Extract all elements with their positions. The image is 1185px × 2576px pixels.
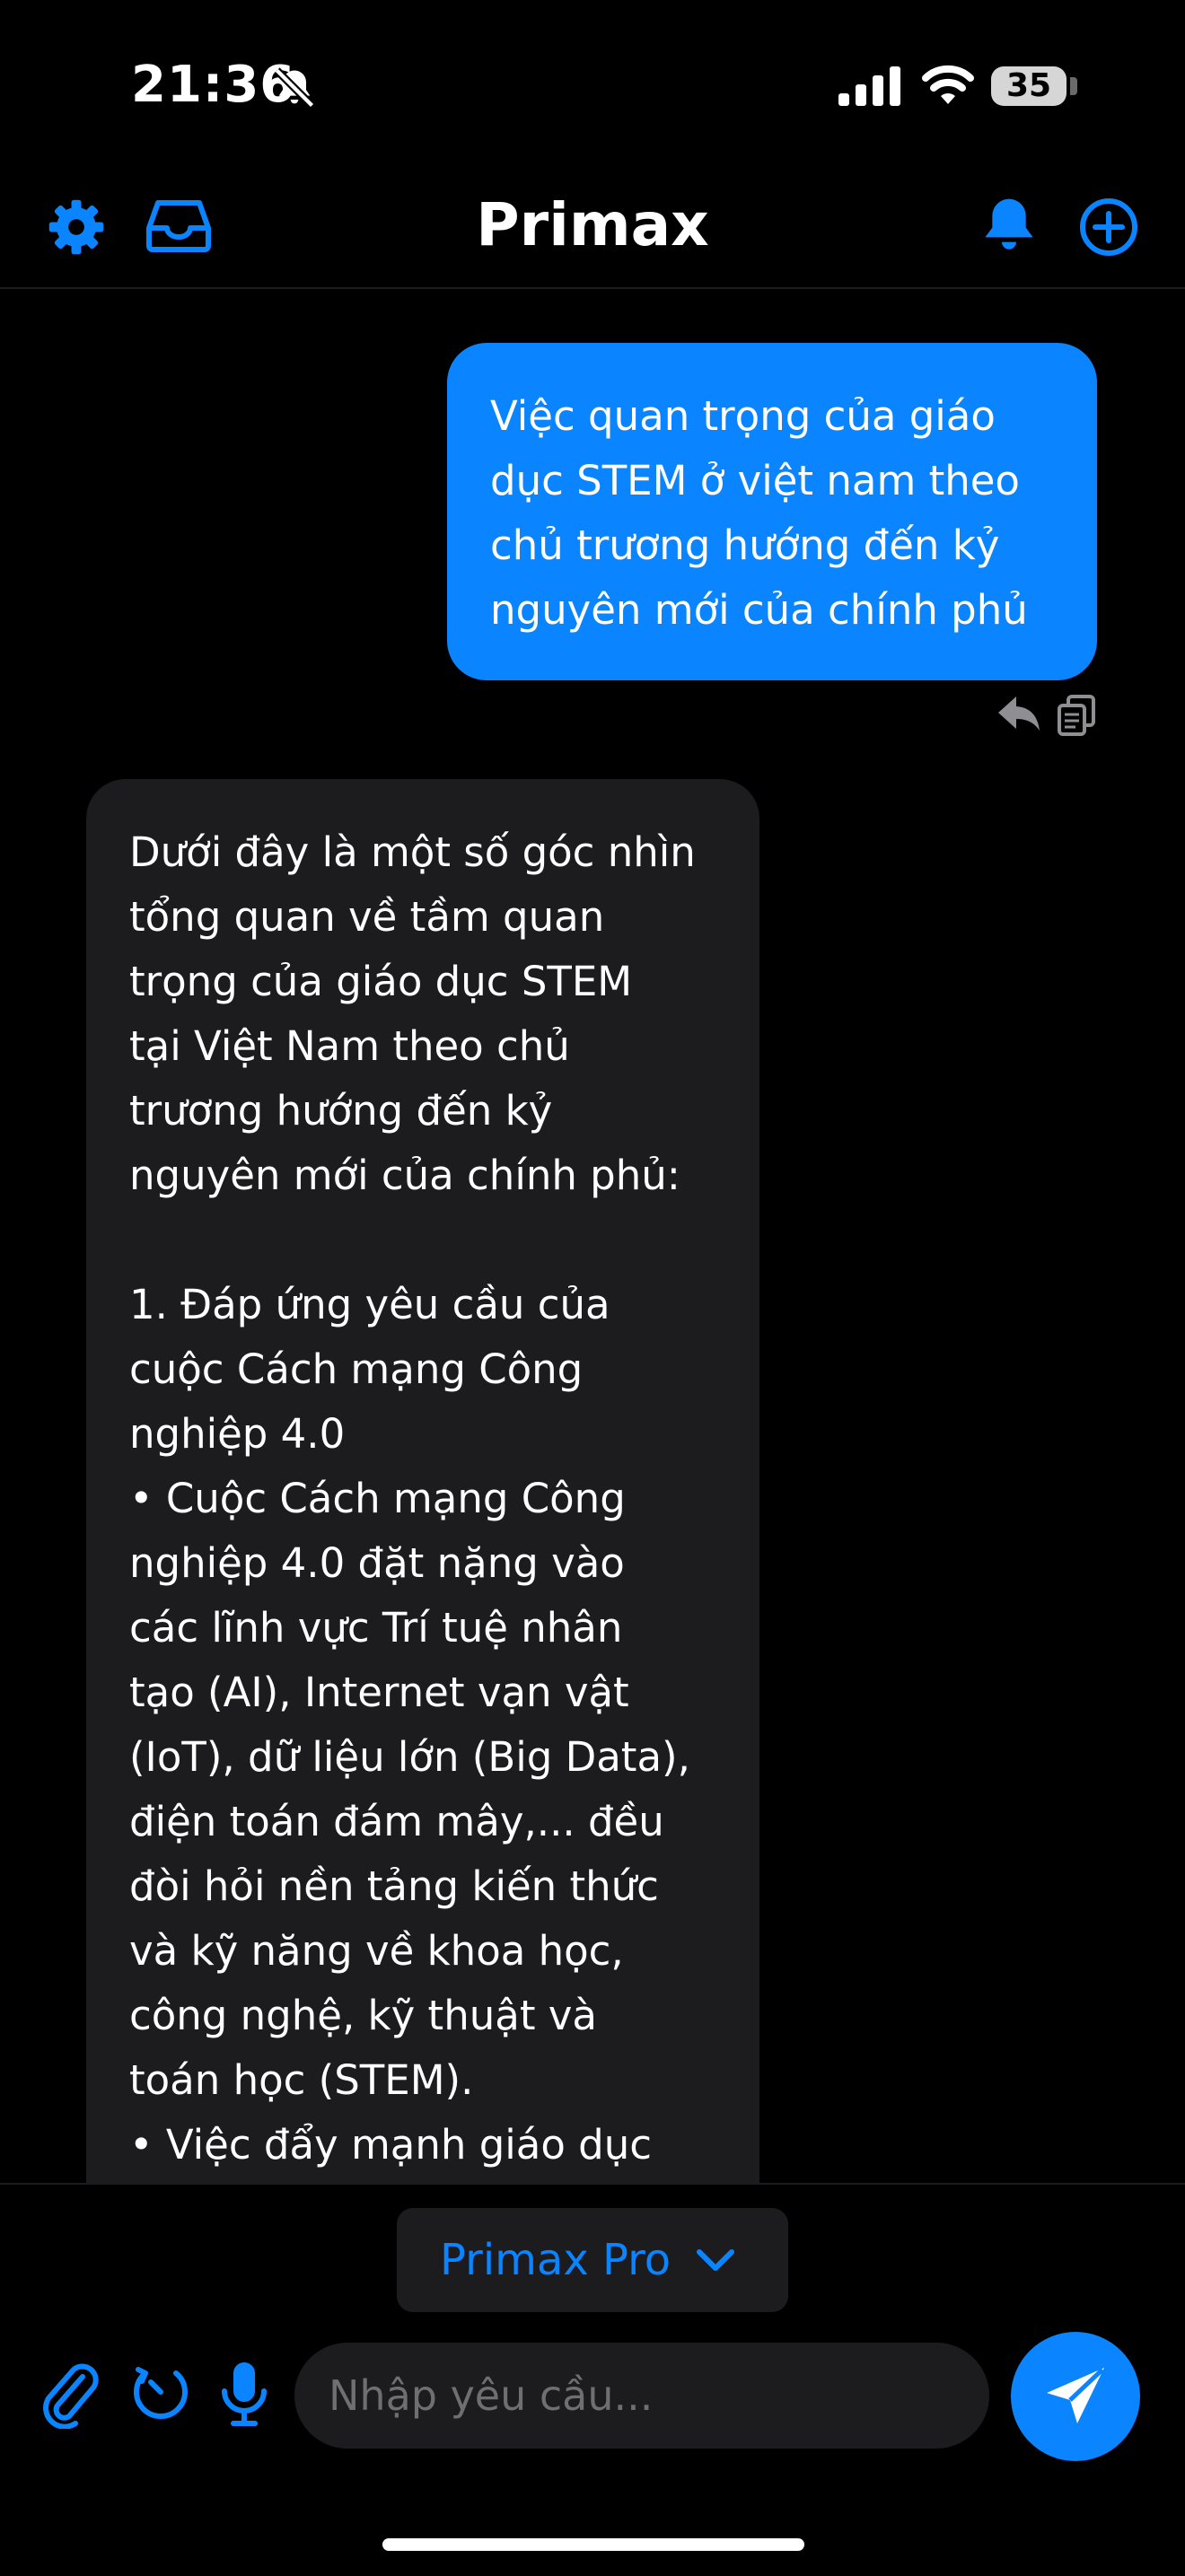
- reply-icon[interactable]: [996, 693, 1041, 734]
- battery-level: 35: [1005, 67, 1052, 104]
- copy-icon[interactable]: [1056, 693, 1097, 736]
- send-button[interactable]: [1011, 2332, 1140, 2461]
- nav-bar: Primax: [0, 171, 1185, 289]
- microphone-icon[interactable]: [219, 2361, 269, 2429]
- status-bar: 21:36 35: [0, 0, 1185, 171]
- home-indicator: [382, 2538, 804, 2551]
- chevron-down-icon: [697, 2249, 734, 2271]
- bell-slash-icon: [274, 67, 315, 109]
- composer-bar: Primax Pro: [0, 2183, 1185, 2576]
- wifi-icon: [922, 65, 974, 104]
- paperclip-icon[interactable]: [41, 2361, 102, 2429]
- send-icon: [1047, 2368, 1104, 2423]
- message-input[interactable]: [294, 2343, 989, 2449]
- battery-icon: 35: [991, 66, 1066, 106]
- cellular-signal-icon: [838, 66, 900, 106]
- model-label: Primax Pro: [440, 2235, 672, 2285]
- plus-circle-icon[interactable]: [1079, 197, 1138, 257]
- model-selector-button[interactable]: Primax Pro: [397, 2208, 788, 2312]
- assistant-message-bubble[interactable]: Dưới đây là một số góc nhìn tổng quan về…: [86, 779, 759, 2183]
- chat-area[interactable]: Việc quan trọng của giáo dục STEM ở việt…: [0, 289, 1185, 2183]
- user-message-bubble[interactable]: Việc quan trọng của giáo dục STEM ở việt…: [447, 343, 1097, 680]
- battery-tip: [1070, 77, 1077, 95]
- bell-icon[interactable]: [980, 194, 1038, 257]
- history-icon[interactable]: [131, 2362, 190, 2422]
